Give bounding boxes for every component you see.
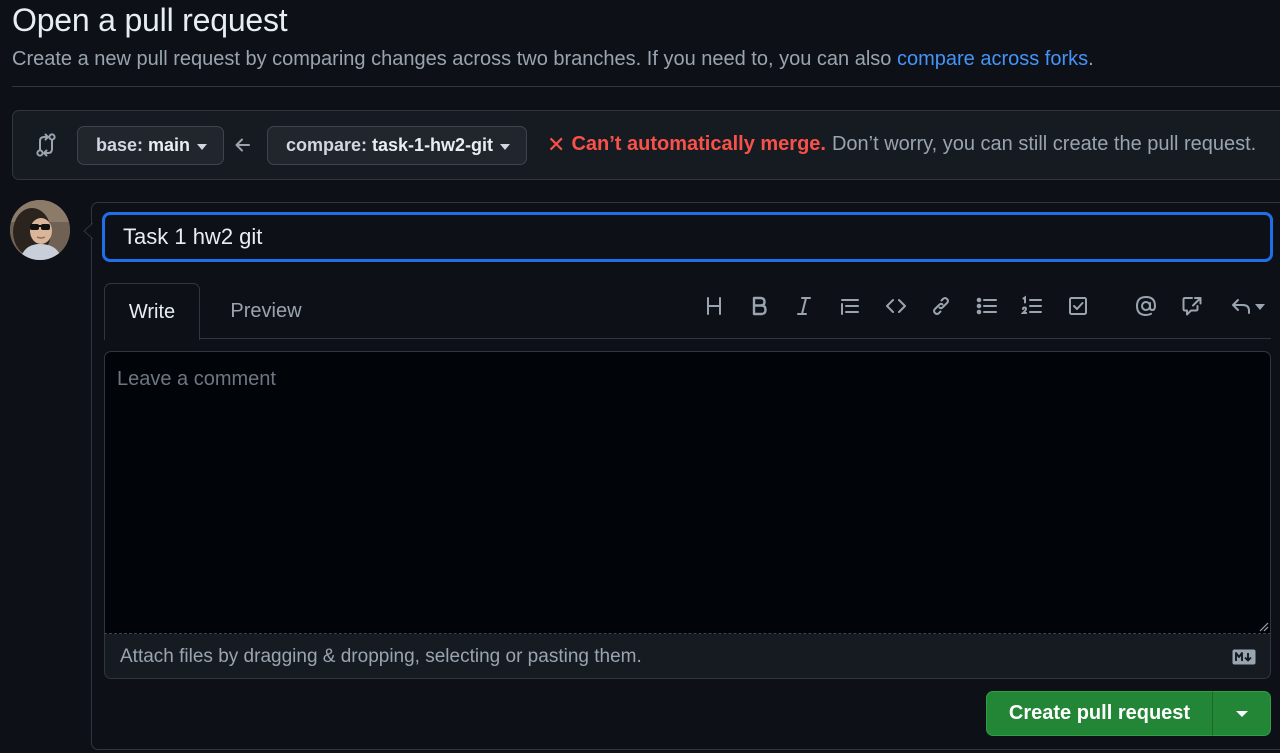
heading-button[interactable] <box>698 290 730 322</box>
x-icon: ✕ <box>547 131 566 157</box>
link-icon <box>933 297 949 315</box>
bold-button[interactable] <box>743 290 775 322</box>
merge-conflict-text: Can’t automatically merge. <box>571 133 826 155</box>
chevron-down-icon <box>1235 710 1248 717</box>
chevron-down-icon <box>1254 304 1265 310</box>
quote-icon <box>841 299 859 315</box>
italic-icon <box>797 297 811 315</box>
base-branch-select[interactable]: base: main <box>77 126 225 165</box>
link-button[interactable] <box>925 290 957 322</box>
mention-button[interactable] <box>1130 290 1162 322</box>
chevron-down-icon <box>500 143 511 150</box>
task-list-button[interactable] <box>1062 290 1094 322</box>
avatar[interactable] <box>10 200 70 260</box>
composer-pointer <box>83 223 93 239</box>
base-branch-value: main <box>148 135 191 155</box>
header-divider <box>12 86 1280 87</box>
markdown-icon[interactable] <box>1232 649 1256 665</box>
subtitle-end: . <box>1088 48 1094 70</box>
heading-icon <box>707 297 721 315</box>
cross-reference-icon <box>1182 297 1202 316</box>
compare-branch-label: compare: <box>286 135 368 155</box>
page-title: Open a pull request <box>12 2 288 38</box>
arrow-left-icon <box>235 138 250 152</box>
cross-reference-button[interactable] <box>1176 290 1208 322</box>
merge-status: ✕ Can’t automatically merge. Don’t worry… <box>547 133 1256 156</box>
saved-replies-button[interactable] <box>1224 290 1270 322</box>
unordered-list-icon <box>976 297 997 315</box>
code-button[interactable] <box>880 290 912 322</box>
italic-button[interactable] <box>788 290 820 322</box>
quote-button[interactable] <box>834 290 866 322</box>
unordered-list-button[interactable] <box>971 290 1003 322</box>
tab-write[interactable]: Write <box>104 283 200 340</box>
bold-icon <box>752 296 767 316</box>
comment-textarea[interactable] <box>104 351 1271 634</box>
code-icon <box>886 299 906 313</box>
user-avatar-image <box>10 200 70 260</box>
pull-request-page: Open a pull request Create a new pull re… <box>0 0 1280 753</box>
attach-files-text: Attach files by dragging & dropping, sel… <box>120 646 642 667</box>
merge-note-text: Don’t worry, you can still create the pu… <box>831 133 1257 155</box>
branch-range-bar: base: main compare: task-1-hw2-git ✕ Can… <box>12 110 1280 180</box>
tab-preview[interactable]: Preview <box>216 283 316 340</box>
compare-branch-select[interactable]: compare: task-1-hw2-git <box>267 126 528 165</box>
subtitle-text: Create a new pull request by comparing c… <box>12 48 897 70</box>
compare-branch-value: task-1-hw2-git <box>372 135 494 155</box>
base-branch-label: base: <box>96 135 144 155</box>
mention-icon <box>1135 295 1157 317</box>
create-options-dropdown-button[interactable] <box>1212 691 1271 736</box>
ordered-list-button[interactable] <box>1016 290 1048 322</box>
file-attachment-bar[interactable]: Attach files by dragging & dropping, sel… <box>104 634 1271 679</box>
page-subtitle: Create a new pull request by comparing c… <box>12 48 1094 71</box>
task-list-icon <box>1069 297 1087 315</box>
create-pull-request-button[interactable]: Create pull request <box>986 691 1213 736</box>
reply-icon <box>1231 299 1250 314</box>
compare-across-forks-link[interactable]: compare across forks <box>897 48 1088 70</box>
pr-title-input[interactable] <box>103 213 1272 261</box>
chevron-down-icon <box>197 143 208 150</box>
ordered-list-icon <box>1021 295 1042 314</box>
git-compare-icon <box>36 133 56 157</box>
resize-handle-icon[interactable] <box>1257 620 1269 632</box>
